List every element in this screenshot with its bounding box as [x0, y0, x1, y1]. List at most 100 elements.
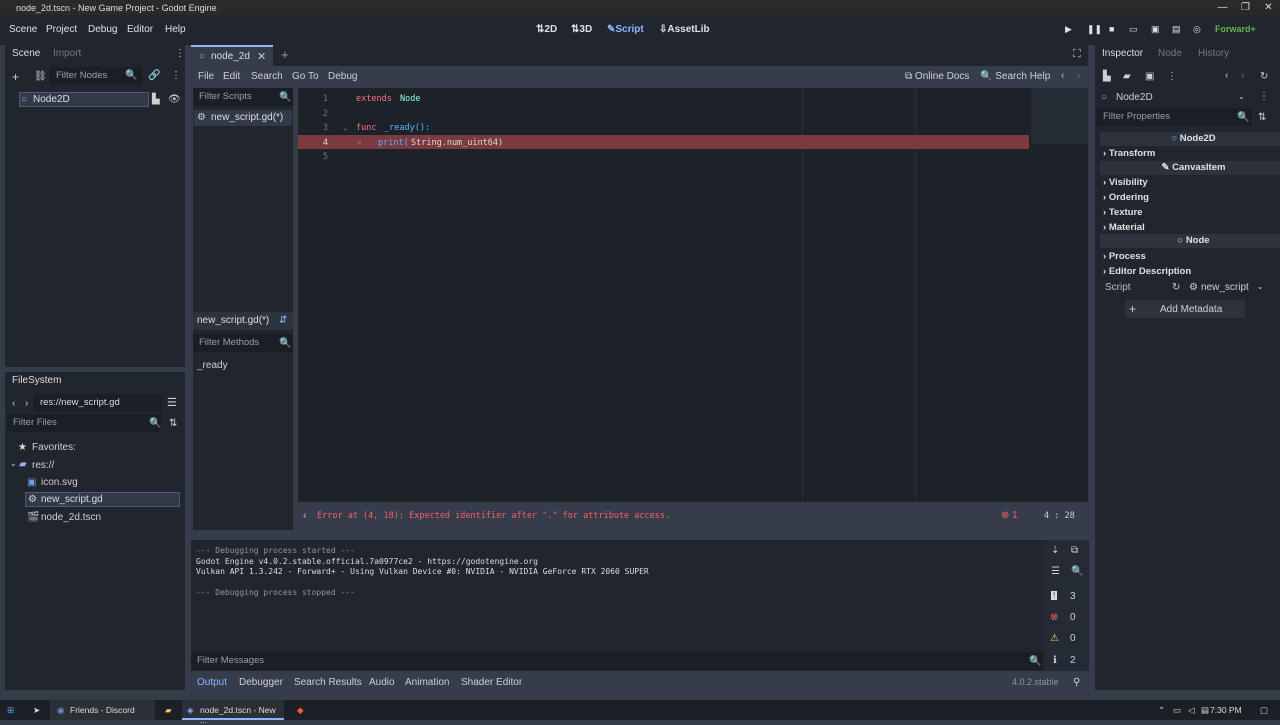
brave-icon[interactable]: ◆	[297, 705, 304, 716]
script-menu-file[interactable]: File	[198, 71, 214, 82]
close-tab-icon[interactable]: ✕	[257, 50, 266, 63]
online-docs-button[interactable]: ⧉ Online Docs	[905, 71, 969, 82]
code-editor[interactable]: 1 2 3 4 5 ⌄ extends Node func _ready(): …	[298, 88, 1088, 502]
menu-debug[interactable]: Debug	[88, 24, 117, 35]
workspace-2d-button[interactable]: ⇅2D	[536, 24, 557, 35]
tab-import[interactable]: Import	[53, 48, 81, 59]
filter-scripts-input[interactable]: Filter Scripts	[193, 88, 293, 106]
next-script-icon[interactable]: ›	[1077, 70, 1080, 81]
menu-help[interactable]: Help	[165, 24, 186, 35]
tab-output[interactable]: Output	[197, 677, 227, 688]
path-field[interactable]: res://new_script.gd	[34, 394, 162, 412]
forward-icon[interactable]: ›	[25, 398, 28, 409]
tab-scene[interactable]: Scene	[12, 48, 40, 59]
instantiate-scene-icon[interactable]: 🔗	[148, 70, 160, 81]
history-icon[interactable]: ↻	[1260, 71, 1268, 82]
filter-properties-input[interactable]: Filter Properties	[1097, 108, 1252, 126]
method-ready[interactable]: _ready	[197, 360, 228, 371]
taskbar-godot[interactable]: ◈ node_2d.tscn - New ...	[182, 700, 284, 725]
distraction-free-icon[interactable]: ⛶	[1073, 48, 1081, 61]
section-transform[interactable]: › Transform	[1103, 148, 1155, 159]
tab-search-results[interactable]: Search Results	[294, 677, 362, 688]
search-icon[interactable]: 🔍	[1071, 566, 1083, 577]
next-object-icon[interactable]: ›	[1241, 70, 1244, 81]
info-icon[interactable]: ℹ	[1053, 655, 1057, 666]
clock[interactable]: 7:30 PM	[1210, 705, 1242, 715]
sort-icon[interactable]: ⇅	[169, 418, 177, 429]
dock-menu-icon[interactable]: ⋮	[175, 48, 185, 59]
object-menu-icon[interactable]: ⋮	[1259, 91, 1269, 102]
filter-files-input[interactable]: Filter Files	[7, 414, 161, 432]
tab-animation[interactable]: Animation	[405, 677, 449, 688]
stop-icon[interactable]: ■	[1109, 24, 1114, 34]
scene-tab-node2d[interactable]: ○ node_2d ✕	[191, 45, 273, 66]
fold-icon[interactable]: ⌄	[343, 123, 348, 132]
res-root[interactable]: res://	[32, 460, 54, 471]
minimap[interactable]	[1031, 88, 1088, 144]
filter-messages-input[interactable]: Filter Messages	[191, 652, 1043, 670]
section-ordering[interactable]: › Ordering	[1103, 192, 1149, 203]
add-tab-icon[interactable]: +	[281, 47, 289, 62]
workspace-3d-button[interactable]: ⇅3D	[571, 24, 592, 35]
link-icon[interactable]: ⛓	[34, 71, 47, 82]
revert-icon[interactable]: ↻	[1172, 282, 1180, 293]
taskbar-discord[interactable]: ◉ Friends - Discord	[50, 700, 155, 720]
file-new-script-row[interactable]: ⚙ new_script.gd	[25, 492, 180, 507]
script-property-value[interactable]: new_script	[1201, 282, 1249, 293]
file-icon-svg[interactable]: icon.svg	[41, 477, 78, 488]
section-material[interactable]: › Material	[1103, 222, 1145, 233]
play-scene-icon[interactable]: ▣	[1151, 24, 1160, 35]
load-resource-icon[interactable]: ▰	[1123, 71, 1131, 82]
workspace-script-button[interactable]: ✎Script	[607, 24, 644, 35]
message-icon[interactable]: !	[1051, 591, 1058, 600]
notification-icon[interactable]: ▢	[1260, 705, 1268, 716]
prev-object-icon[interactable]: ‹	[1225, 70, 1228, 81]
new-resource-icon[interactable]: ▙	[1103, 71, 1111, 82]
minimize-icon[interactable]: —	[1211, 0, 1234, 15]
error-count[interactable]: 1	[1012, 510, 1018, 521]
renderer-select[interactable]: Forward+	[1215, 24, 1256, 34]
volume-icon[interactable]: ◁	[1188, 705, 1195, 716]
maximize-icon[interactable]: ❐	[1234, 0, 1257, 15]
play-custom-scene-icon[interactable]: ▤	[1172, 24, 1181, 35]
close-window-icon[interactable]: ✕	[1257, 0, 1280, 15]
script-attached-icon[interactable]: ▙	[152, 94, 160, 105]
section-process[interactable]: › Process	[1103, 251, 1146, 262]
object-selector[interactable]: Node2D	[1116, 92, 1153, 103]
back-icon[interactable]: ‹	[12, 398, 15, 409]
tab-inspector[interactable]: Inspector	[1102, 48, 1143, 59]
remote-debug-icon[interactable]: ▭	[1129, 24, 1138, 35]
tray-chevron-icon[interactable]: ⌃	[1158, 705, 1165, 716]
tab-history[interactable]: History	[1198, 48, 1229, 59]
add-node-icon[interactable]: +	[12, 70, 19, 84]
chevron-down-icon[interactable]: ⌄	[1238, 92, 1245, 101]
script-menu-search[interactable]: Search	[251, 71, 283, 82]
menu-project[interactable]: Project	[46, 24, 77, 35]
expand-icon[interactable]: ⌄	[10, 459, 17, 468]
filter-methods-input[interactable]: Filter Methods	[193, 334, 293, 352]
tab-shader-editor[interactable]: Shader Editor	[461, 677, 522, 688]
tab-node[interactable]: Node	[1158, 48, 1182, 59]
movie-maker-icon[interactable]: ◎	[1193, 24, 1201, 35]
add-metadata-button[interactable]: + Add Metadata	[1125, 300, 1245, 318]
pin-panel-icon[interactable]: ⚲	[1073, 677, 1080, 688]
sort-methods-icon[interactable]: ⇵	[279, 315, 287, 326]
tree-item-node2d[interactable]: ○ Node2D	[19, 92, 149, 107]
error-message[interactable]: Error at (4, 18): Expected identifier af…	[317, 511, 670, 521]
toggle-scripts-panel-icon[interactable]: ‹	[303, 510, 306, 521]
script-list-item[interactable]: ⚙ new_script.gd(*)	[194, 110, 292, 126]
resource-menu-icon[interactable]: ⋮	[1167, 71, 1177, 82]
tab-audio[interactable]: Audio	[369, 677, 395, 688]
script-menu-goto[interactable]: Go To	[292, 71, 319, 82]
property-options-icon[interactable]: ⇅	[1258, 112, 1266, 123]
tab-debugger[interactable]: Debugger	[239, 677, 283, 688]
pause-icon[interactable]: ❚❚	[1087, 24, 1102, 35]
chevron-down-icon[interactable]: ⌄	[1257, 282, 1264, 291]
menu-editor[interactable]: Editor	[127, 24, 153, 35]
filter-lines-icon[interactable]: ☰	[1051, 566, 1060, 577]
section-visibility[interactable]: › Visibility	[1103, 177, 1148, 188]
layout-toggle-icon[interactable]: ☰	[167, 396, 177, 409]
visibility-icon[interactable]: 👁	[168, 94, 181, 105]
scene-options-icon[interactable]: ⋮	[171, 70, 181, 81]
workspace-assetlib-button[interactable]: ⇩AssetLib	[659, 24, 710, 35]
